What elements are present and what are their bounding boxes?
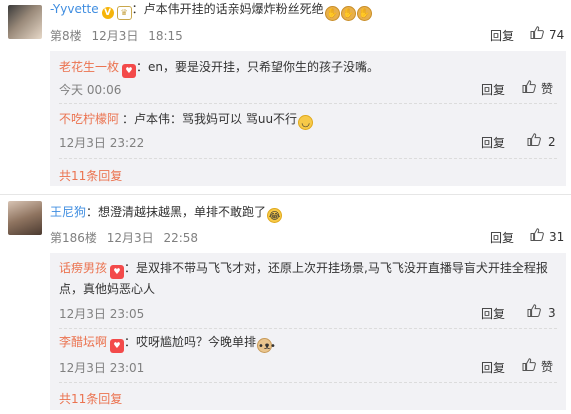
thumbs-up-icon: [530, 26, 544, 39]
comment-meta: 第186楼 12月3日 22:58: [50, 229, 198, 246]
laugh-emoji-icon: 😂: [267, 208, 283, 223]
comment-floor: 第8楼: [50, 29, 82, 43]
reply-body: 是双排不带马飞飞才对，还原上次开挂场景,马飞飞没开直播导盲犬开挂全程报: [136, 261, 548, 275]
like-button[interactable]: 31: [530, 228, 564, 244]
reply-separator: [59, 328, 557, 329]
comment-text: -Yyvette V ♛ ：卢本伟开挂的话亲妈爆炸粉丝死绝 ✋ ✋ ✋: [50, 0, 565, 21]
doge-emoji-icon: •ᴥ•: [257, 338, 276, 353]
thumbs-up-icon: [527, 304, 541, 317]
reply-text: 话痨男孩 ♥ ：是双排不带马飞飞才对，还原上次开挂场景,马飞飞没开直播导盲犬开挂全程…: [59, 258, 559, 279]
separator: ：: [136, 60, 149, 74]
reply-date: 12月3日 23:22: [59, 136, 145, 150]
separator: ：: [131, 2, 144, 16]
comment-divider: [0, 194, 571, 195]
like-button[interactable]: 3: [527, 304, 556, 320]
reply-body: en，要是没开挂，只希望你生的孩子没嘴。: [148, 60, 380, 74]
reply-button[interactable]: 回复: [481, 305, 505, 322]
reply-text: 不吃柠檬阿 ：卢本伟：骂我妈可以 骂uu不行 ◡: [59, 109, 314, 130]
reply-username[interactable]: 老花生一枚: [59, 60, 119, 74]
comment-body: 想澄清越抹越黑，单排不敢跑了: [98, 205, 267, 219]
emoji-icon: ✋: [340, 6, 356, 21]
thumbs-up-icon: [522, 80, 536, 93]
reply-button[interactable]: 回复: [481, 359, 505, 376]
reply-text: 李醋坛啊 ♥ ：哎呀尴尬吗？今晚单排 •ᴥ•: [59, 332, 276, 353]
more-replies-link[interactable]: 共11条回复: [59, 167, 122, 184]
like-count: 31: [549, 230, 565, 244]
comment-username[interactable]: 王尼狗: [50, 205, 86, 219]
smile-emoji-icon: ◡: [298, 115, 314, 130]
comment-body: 卢本伟开挂的话亲妈爆炸粉丝死绝: [143, 2, 324, 16]
reply-separator: [59, 158, 557, 159]
thumbs-up-icon: [527, 133, 541, 146]
like-button[interactable]: 赞: [522, 358, 553, 375]
comment-floor: 第186楼: [50, 231, 97, 245]
verified-badge-icon: V: [101, 7, 114, 19]
level-badge-icon: ♥: [110, 265, 125, 279]
comment-meta: 第8楼 12月3日 18:15: [50, 27, 183, 44]
separator: ：: [124, 335, 137, 349]
reply-separator: [59, 382, 557, 383]
comment-time: 22:58: [163, 231, 199, 245]
like-button[interactable]: 赞: [522, 80, 553, 97]
like-button[interactable]: 2: [527, 133, 556, 149]
more-replies-link[interactable]: 共11条回复: [59, 390, 122, 407]
reply-text: 老花生一枚 ♥ ：en，要是没开挂，只希望你生的孩子没嘴。: [59, 57, 379, 78]
like-count: 2: [548, 135, 556, 149]
comment-time: 18:15: [148, 29, 183, 43]
comment-text: 王尼狗：想澄清越抹越黑，单排不敢跑了 😂: [50, 202, 283, 223]
like-count: 74: [549, 28, 565, 42]
thumbs-up-icon: [530, 228, 544, 241]
like-count: 3: [548, 306, 556, 320]
comment-date: 12月3日: [91, 29, 139, 43]
level-badge-icon: ♥: [122, 64, 137, 78]
like-label: 赞: [541, 82, 554, 96]
reply-body-continued: 点，真他妈恶心人: [59, 282, 156, 296]
reply-button[interactable]: 回复: [481, 81, 505, 98]
thumbs-up-icon: [522, 358, 536, 371]
reply-username[interactable]: 李醋坛啊: [59, 335, 107, 349]
level-badge-icon: ♥: [110, 339, 125, 353]
emoji-icon: ✋: [324, 6, 340, 21]
like-button[interactable]: 74: [530, 26, 564, 42]
reply-date: 12月3日 23:01: [59, 361, 145, 375]
avatar[interactable]: [8, 201, 42, 235]
reply-username[interactable]: 话痨男孩: [59, 261, 107, 275]
separator: ：: [86, 205, 99, 219]
reply-button[interactable]: 回复: [490, 229, 514, 246]
separator: ：: [124, 261, 137, 275]
separator: ：: [122, 112, 135, 126]
reply-button[interactable]: 回复: [481, 134, 505, 151]
emoji-icon: ✋: [356, 6, 372, 21]
reply-separator: [59, 103, 557, 104]
level-badge-icon: ♛: [116, 6, 132, 20]
reply-date: 今天 00:06: [59, 83, 122, 97]
reply-body: 哎呀尴尬吗？今晚单排: [136, 335, 257, 349]
reply-button[interactable]: 回复: [490, 27, 514, 44]
reply-username[interactable]: 不吃柠檬阿: [59, 112, 119, 126]
reply-body: 卢本伟：骂我妈可以 骂uu不行: [134, 112, 298, 126]
comment-username[interactable]: -Yyvette: [50, 2, 99, 16]
reply-date: 12月3日 23:05: [59, 307, 145, 321]
avatar[interactable]: [8, 5, 42, 39]
like-label: 赞: [541, 360, 554, 374]
comment-date: 12月3日: [106, 231, 154, 245]
